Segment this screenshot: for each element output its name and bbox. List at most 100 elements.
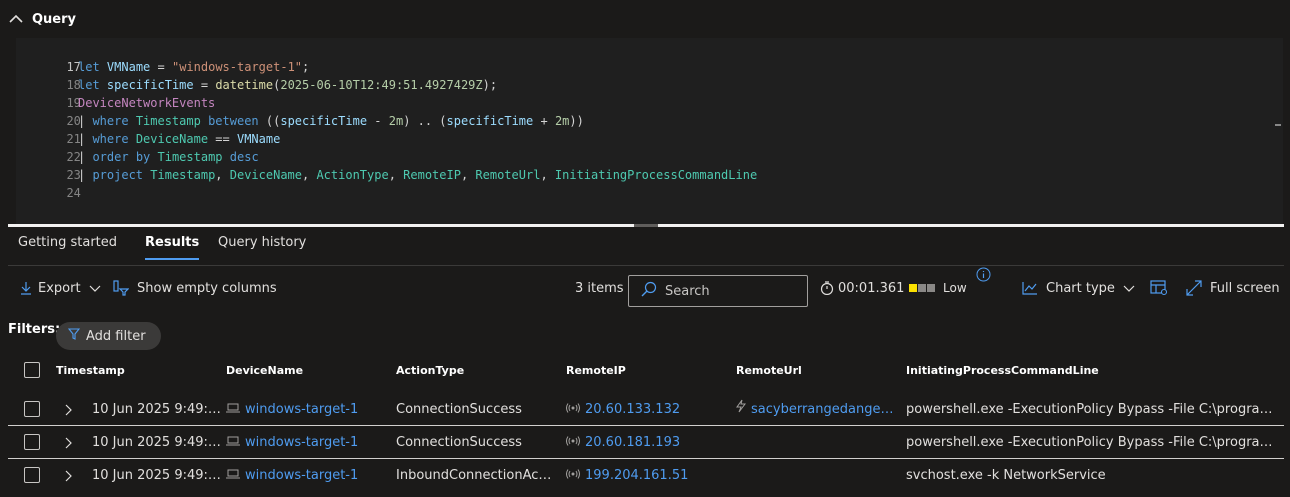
show-empty-columns-label: Show empty columns bbox=[137, 280, 277, 296]
query-panel-header[interactable]: Query bbox=[0, 0, 1290, 38]
column-header-remoteip[interactable]: RemoteIP bbox=[566, 364, 626, 377]
cell-timestamp: 10 Jun 2025 9:49:5... bbox=[92, 402, 224, 417]
editor-line: 17 bbox=[16, 40, 80, 74]
chevron-up-icon[interactable] bbox=[8, 11, 24, 27]
chart-type-button[interactable]: Chart type bbox=[1022, 266, 1135, 310]
cell-actiontype: ConnectionSuccess bbox=[396, 435, 522, 450]
search-icon bbox=[641, 281, 657, 301]
filters-label: Filters: bbox=[8, 322, 61, 337]
column-header-timestamp[interactable]: Timestamp bbox=[56, 364, 125, 377]
cell-remoteurl[interactable]: sacyberrangedanger.... bbox=[736, 393, 896, 426]
table-row[interactable]: 10 Jun 2025 9:49:2... windows-target-1 I… bbox=[8, 459, 1284, 492]
export-button[interactable]: Export bbox=[20, 266, 101, 310]
cell-remoteip[interactable]: 20.60.181.193 bbox=[566, 426, 732, 459]
info-icon[interactable] bbox=[976, 262, 991, 286]
code-text: | where DeviceName == VMName bbox=[78, 132, 281, 146]
chevron-down-icon bbox=[89, 282, 101, 294]
customize-columns-button[interactable] bbox=[1150, 266, 1168, 310]
column-header-actiontype[interactable]: ActionType bbox=[396, 364, 464, 377]
cell-device[interactable]: windows-target-1 bbox=[226, 459, 392, 492]
broadcast-icon bbox=[566, 393, 580, 426]
cell-remoteurl bbox=[736, 426, 896, 459]
export-label: Export bbox=[38, 280, 81, 296]
cell-device[interactable]: windows-target-1 bbox=[226, 426, 392, 459]
cell-actiontype: ConnectionSuccess bbox=[396, 402, 522, 417]
panel-splitter[interactable] bbox=[8, 224, 1284, 227]
add-filter-button[interactable]: Add filter bbox=[56, 322, 161, 350]
cell-commandline: powershell.exe -ExecutionPolicy Bypass -… bbox=[906, 435, 1276, 450]
row-checkbox[interactable] bbox=[24, 401, 40, 417]
chevron-right-icon[interactable] bbox=[64, 393, 72, 426]
ip-link[interactable]: 20.60.133.132 bbox=[585, 402, 680, 417]
chevron-right-icon[interactable] bbox=[64, 426, 72, 459]
broadcast-icon bbox=[566, 426, 580, 459]
full-screen-label: Full screen bbox=[1210, 280, 1280, 296]
laptop-icon bbox=[226, 459, 240, 492]
column-filter-icon bbox=[113, 280, 129, 296]
items-count: 3 items bbox=[575, 280, 624, 296]
cell-device[interactable]: windows-target-1 bbox=[226, 393, 392, 426]
chevron-right-icon[interactable] bbox=[64, 459, 72, 492]
cell-commandline: powershell.exe -ExecutionPolicy Bypass -… bbox=[906, 402, 1276, 417]
column-header-remoteurl[interactable]: RemoteUrl bbox=[736, 364, 802, 377]
column-settings-icon bbox=[1150, 280, 1168, 296]
code-text: | where Timestamp between ((specificTime… bbox=[78, 114, 584, 128]
tab-results[interactable]: Results bbox=[145, 228, 200, 260]
table-row[interactable]: 10 Jun 2025 9:49:5... windows-target-1 C… bbox=[8, 393, 1284, 426]
add-filter-label: Add filter bbox=[86, 328, 146, 344]
editor-line: 22 | where DeviceName == VMName bbox=[16, 130, 280, 164]
column-header-commandline[interactable]: InitiatingProcessCommandLine bbox=[906, 364, 1099, 377]
code-text: | project Timestamp, DeviceName, ActionT… bbox=[78, 168, 758, 182]
cell-actiontype: InboundConnectionAcc... bbox=[396, 468, 556, 483]
query-editor[interactable]: 17 18 let VMName = "windows-target-1"; 1… bbox=[16, 38, 1283, 224]
lightning-icon bbox=[736, 393, 746, 426]
code-text: let specificTime = datetime(2025-06-10T1… bbox=[78, 78, 498, 92]
expand-icon bbox=[1186, 280, 1202, 296]
column-header-devicename[interactable]: DeviceName bbox=[226, 364, 303, 377]
elapsed-value: 00:01.361 bbox=[838, 280, 905, 296]
splitter-grip[interactable] bbox=[634, 224, 658, 227]
url-link[interactable]: sacyberrangedanger.... bbox=[751, 402, 896, 417]
row-checkbox[interactable] bbox=[24, 467, 40, 483]
severity-label: Low bbox=[943, 281, 967, 295]
cell-remoteurl bbox=[736, 459, 896, 492]
code-text: | order by Timestamp desc bbox=[78, 150, 259, 164]
laptop-icon bbox=[226, 393, 240, 426]
cell-remoteip[interactable]: 199.204.161.51 bbox=[566, 459, 732, 492]
device-link[interactable]: windows-target-1 bbox=[245, 435, 358, 450]
elapsed-time: 00:01.361 bbox=[820, 266, 904, 310]
search-box[interactable] bbox=[628, 275, 808, 307]
cell-remoteip[interactable]: 20.60.133.132 bbox=[566, 393, 732, 426]
chevron-down-icon bbox=[1123, 282, 1135, 294]
full-screen-button[interactable]: Full screen bbox=[1186, 266, 1280, 310]
ip-link[interactable]: 20.60.181.193 bbox=[585, 435, 680, 450]
severity-indicator: Low bbox=[909, 266, 967, 310]
results-tabs: Getting started Results Query history bbox=[8, 228, 1284, 266]
row-checkbox[interactable] bbox=[24, 434, 40, 450]
filter-icon bbox=[67, 328, 81, 344]
table-row[interactable]: 10 Jun 2025 9:49:4... windows-target-1 C… bbox=[8, 426, 1284, 459]
editor-line: 18 let VMName = "windows-target-1"; bbox=[16, 58, 309, 92]
editor-scroll-marker bbox=[1275, 124, 1281, 126]
code-text: DeviceNetworkEvents bbox=[78, 96, 216, 110]
chart-type-label: Chart type bbox=[1046, 280, 1115, 296]
cell-timestamp: 10 Jun 2025 9:49:2... bbox=[92, 468, 224, 483]
query-panel-title: Query bbox=[32, 11, 77, 27]
line-chart-icon bbox=[1022, 281, 1038, 295]
tab-getting-started[interactable]: Getting started bbox=[18, 228, 117, 260]
editor-line: 20 DeviceNetworkEvents bbox=[16, 94, 215, 128]
show-empty-columns-button[interactable]: Show empty columns bbox=[113, 266, 277, 310]
table-header: Timestamp DeviceName ActionType RemoteIP… bbox=[8, 352, 1284, 392]
search-input[interactable] bbox=[665, 283, 805, 299]
device-link[interactable]: windows-target-1 bbox=[245, 402, 358, 417]
editor-line: 19 let specificTime = datetime(2025-06-1… bbox=[16, 76, 497, 110]
select-all-checkbox[interactable] bbox=[24, 362, 40, 378]
line-number: 24 bbox=[66, 186, 81, 200]
cell-timestamp: 10 Jun 2025 9:49:4... bbox=[92, 435, 224, 450]
tab-query-history[interactable]: Query history bbox=[218, 228, 306, 260]
device-link[interactable]: windows-target-1 bbox=[245, 468, 358, 483]
code-text: let VMName = "windows-target-1"; bbox=[78, 60, 310, 74]
ip-link[interactable]: 199.204.161.51 bbox=[585, 468, 688, 483]
editor-line: 24 | project Timestamp, DeviceName, Acti… bbox=[16, 166, 757, 200]
severity-bars bbox=[909, 284, 935, 292]
